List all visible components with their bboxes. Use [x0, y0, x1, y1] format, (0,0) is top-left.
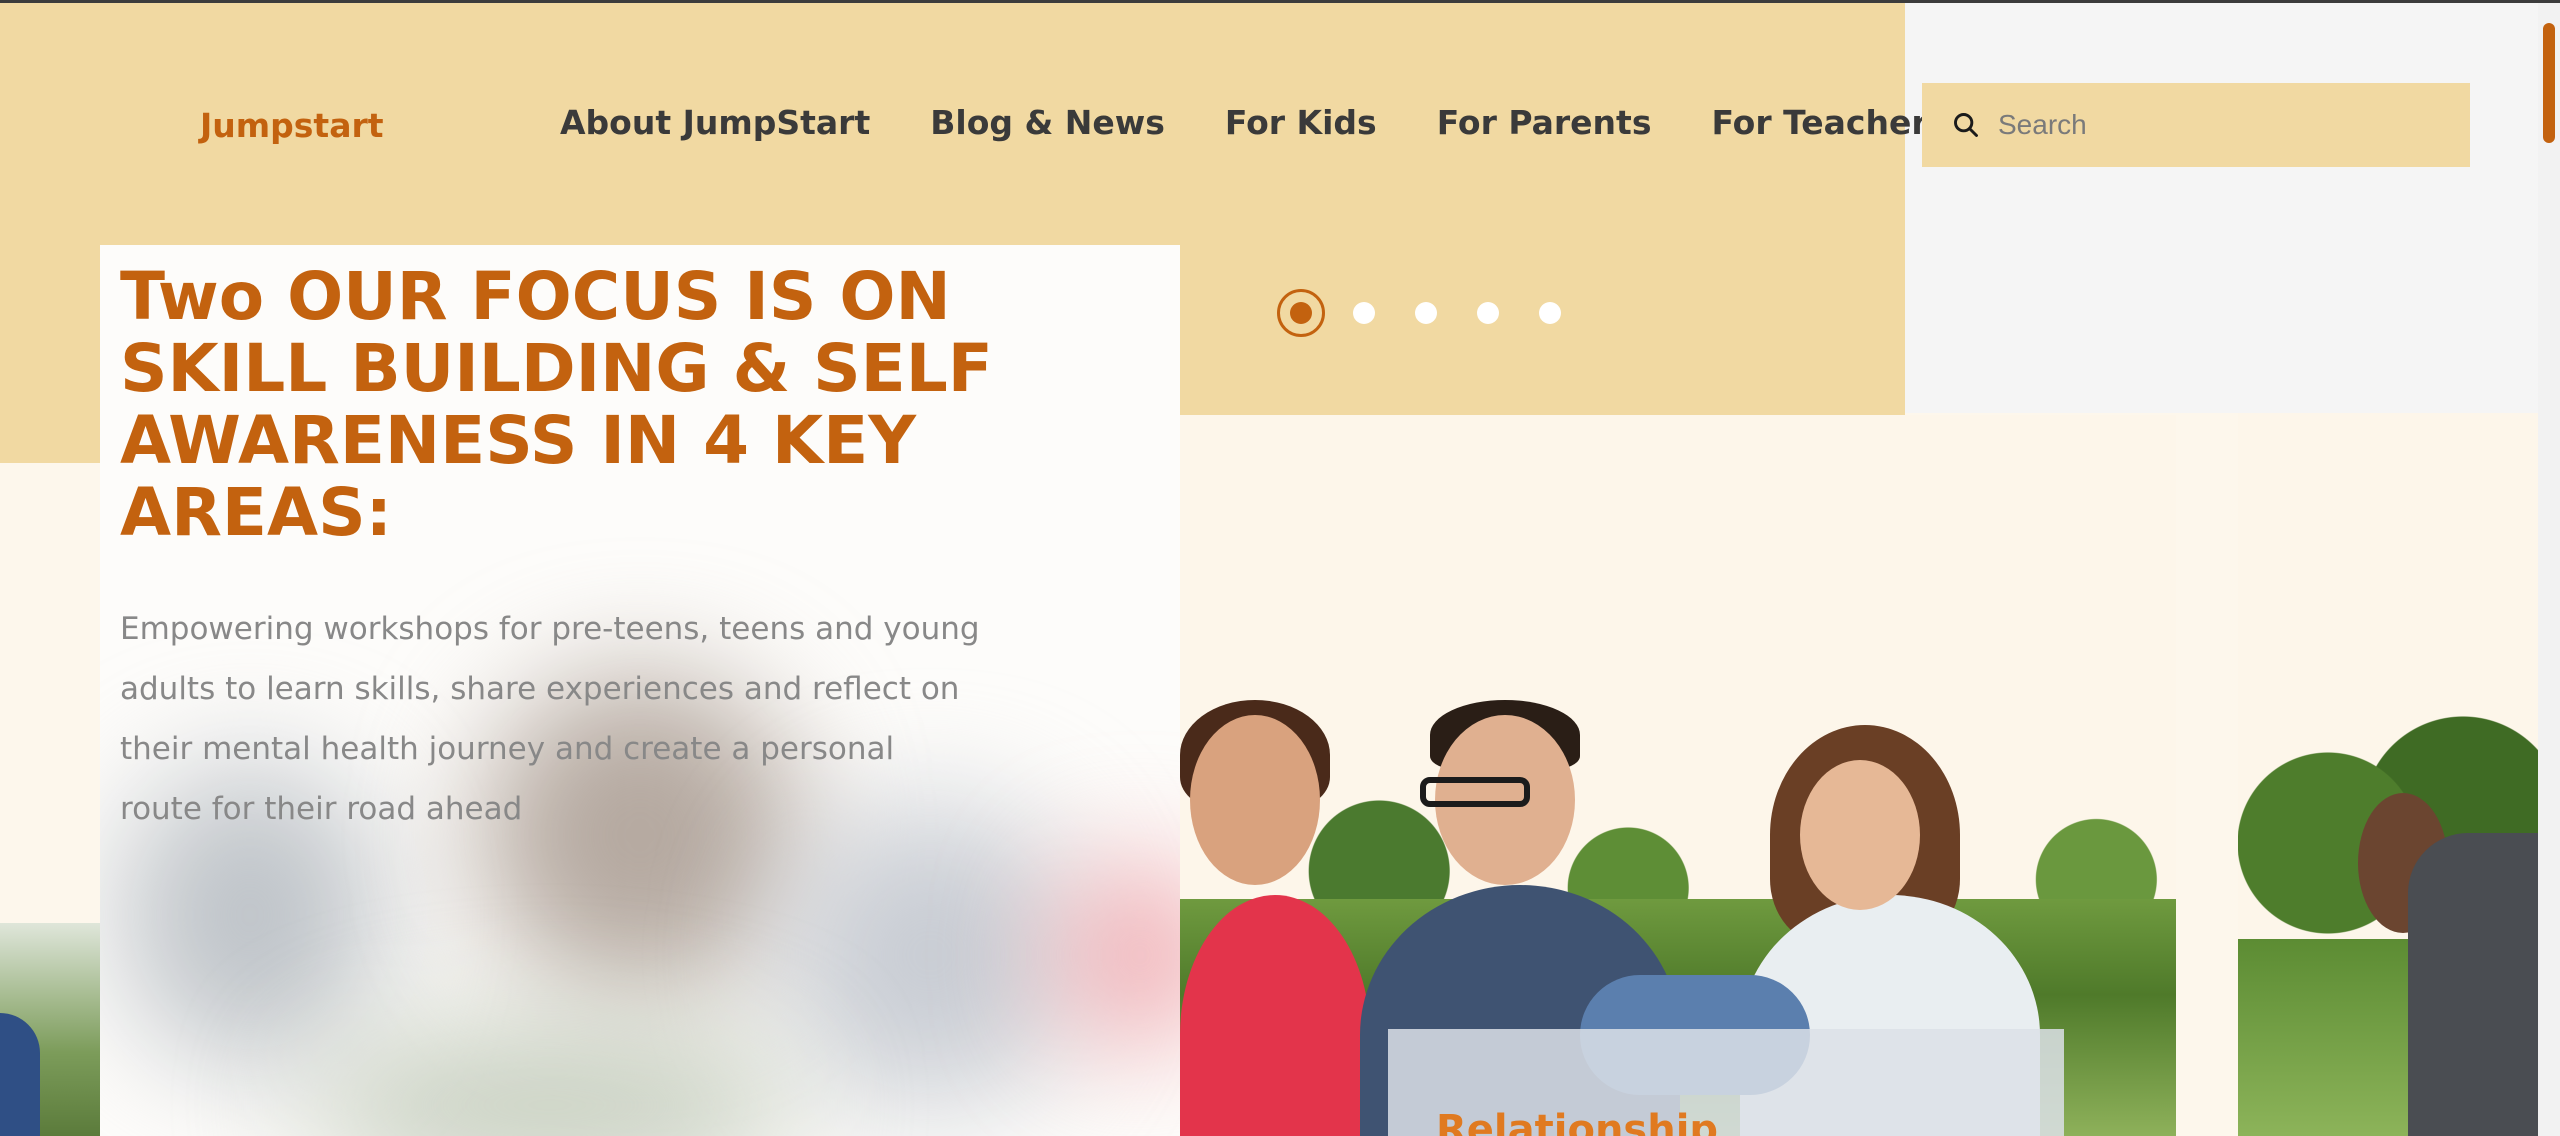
carousel-dot-5[interactable]	[1539, 302, 1561, 324]
carousel-dot-4[interactable]	[1477, 302, 1499, 324]
hero-description: Empowering workshops for pre-teens, teen…	[120, 611, 980, 827]
carousel-dot-1[interactable]	[1277, 289, 1325, 337]
page-scrollbar[interactable]	[2538, 3, 2560, 1136]
nav-item-for-teachers[interactable]: For Teachers	[1711, 103, 1947, 142]
nav-item-for-kids[interactable]: For Kids	[1225, 103, 1377, 142]
carousel-dot-2[interactable]	[1353, 302, 1375, 324]
main-nav: About JumpStart Blog & News For Kids For…	[560, 103, 2007, 142]
feature-card-relationship[interactable]: Relationship	[1388, 1029, 2064, 1136]
side-photo	[2238, 413, 2538, 1136]
right-panel	[1905, 3, 2540, 413]
nav-item-about[interactable]: About JumpStart	[560, 103, 870, 142]
search-box[interactable]	[1922, 83, 2470, 167]
carousel-dot-3[interactable]	[1415, 302, 1437, 324]
nav-item-for-parents[interactable]: For Parents	[1437, 103, 1652, 142]
search-icon[interactable]	[1948, 107, 1984, 143]
left-edge-photo	[0, 923, 100, 1136]
carousel-dots	[1277, 289, 1601, 337]
nav-item-blog-news[interactable]: Blog & News	[930, 103, 1165, 142]
search-input[interactable]	[1998, 109, 2428, 141]
brand-logo[interactable]: Jumpstart	[200, 106, 384, 145]
hero-title: Two OUR FOCUS IS ON SKILL BUILDING & SEL…	[120, 258, 993, 551]
feature-card-title: Relationship	[1436, 1107, 1719, 1136]
hero-photo	[1180, 415, 2176, 1136]
scrollbar-thumb[interactable]	[2543, 23, 2555, 143]
